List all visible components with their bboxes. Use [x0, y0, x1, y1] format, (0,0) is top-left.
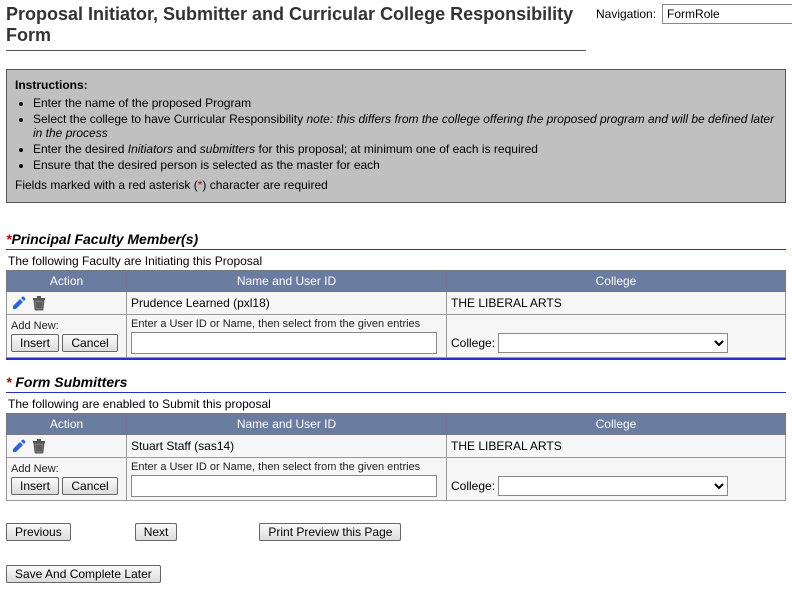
faculty-add-row: Add New: Insert Cancel Enter a User ID o…: [7, 315, 786, 358]
add-new-label: Add New:: [11, 463, 122, 475]
table-row: Prudence Learned (pxl18) THE LIBERAL ART…: [7, 292, 786, 315]
submitter-college-cell: THE LIBERAL ARTS: [447, 435, 786, 458]
previous-button[interactable]: Previous: [6, 523, 71, 541]
section-bottom-rule: [6, 358, 786, 360]
print-preview-button[interactable]: Print Preview this Page: [259, 523, 401, 541]
section-rule: [6, 392, 786, 393]
submitter-college-select[interactable]: [498, 476, 728, 496]
title-underline: [6, 50, 586, 51]
next-button[interactable]: Next: [135, 523, 178, 541]
instruction-item: Select the college to have Curricular Re…: [33, 112, 777, 140]
faculty-name-input[interactable]: [131, 332, 437, 354]
cancel-button[interactable]: Cancel: [62, 334, 117, 352]
instruction-item: Ensure that the desired person is select…: [33, 158, 777, 172]
cancel-button[interactable]: Cancel: [62, 477, 117, 495]
form-submitters-section: * Form Submitters The following are enab…: [6, 374, 786, 501]
delete-icon[interactable]: [31, 438, 47, 454]
submitters-table: Action Name and User ID College Stuart S: [6, 413, 786, 501]
navigation-label: Navigation:: [596, 7, 656, 21]
edit-icon[interactable]: [11, 438, 27, 454]
instruction-item: Enter the name of the proposed Program: [33, 96, 777, 110]
required-fields-note: Fields marked with a red asterisk (*) ch…: [15, 178, 777, 192]
instructions-panel: Instructions: Enter the name of the prop…: [6, 69, 786, 203]
save-complete-later-button[interactable]: Save And Complete Later: [6, 565, 161, 583]
column-header-name: Name and User ID: [127, 414, 447, 435]
add-new-label: Add New:: [11, 320, 122, 332]
faculty-subtitle: The following Faculty are Initiating thi…: [8, 254, 786, 268]
college-label: College:: [451, 336, 495, 350]
insert-button[interactable]: Insert: [11, 334, 59, 352]
column-header-name: Name and User ID: [127, 271, 447, 292]
submitter-name-cell: Stuart Staff (sas14): [127, 435, 447, 458]
table-row: Stuart Staff (sas14) THE LIBERAL ARTS: [7, 435, 786, 458]
page-title: Proposal Initiator, Submitter and Curric…: [6, 4, 586, 46]
edit-icon[interactable]: [11, 295, 27, 311]
delete-icon[interactable]: [31, 295, 47, 311]
college-label: College:: [451, 479, 495, 493]
instruction-item: Enter the desired Initiators and submitt…: [33, 142, 777, 156]
column-header-action: Action: [7, 271, 127, 292]
principal-faculty-section: *Principal Faculty Member(s) The followi…: [6, 231, 786, 360]
submitters-section-title: Form Submitters: [11, 374, 127, 390]
column-header-action: Action: [7, 414, 127, 435]
faculty-section-title: Principal Faculty Member(s): [11, 231, 198, 247]
navigation-area: Navigation: FormRole: [596, 4, 792, 24]
submitter-name-input[interactable]: [131, 475, 437, 497]
faculty-college-select[interactable]: [498, 333, 728, 353]
name-input-hint: Enter a User ID or Name, then select fro…: [131, 461, 442, 473]
column-header-college: College: [447, 271, 786, 292]
faculty-name-cell: Prudence Learned (pxl18): [127, 292, 447, 315]
submitters-add-row: Add New: Insert Cancel Enter a User ID o…: [7, 458, 786, 501]
faculty-college-cell: THE LIBERAL ARTS: [447, 292, 786, 315]
navigation-select[interactable]: FormRole: [662, 4, 792, 24]
faculty-table: Action Name and User ID College Prudence: [6, 270, 786, 358]
section-rule: [6, 249, 786, 250]
instructions-heading: Instructions:: [15, 78, 88, 92]
insert-button[interactable]: Insert: [11, 477, 59, 495]
column-header-college: College: [447, 414, 786, 435]
name-input-hint: Enter a User ID or Name, then select fro…: [131, 318, 442, 330]
submitters-subtitle: The following are enabled to Submit this…: [8, 397, 786, 411]
